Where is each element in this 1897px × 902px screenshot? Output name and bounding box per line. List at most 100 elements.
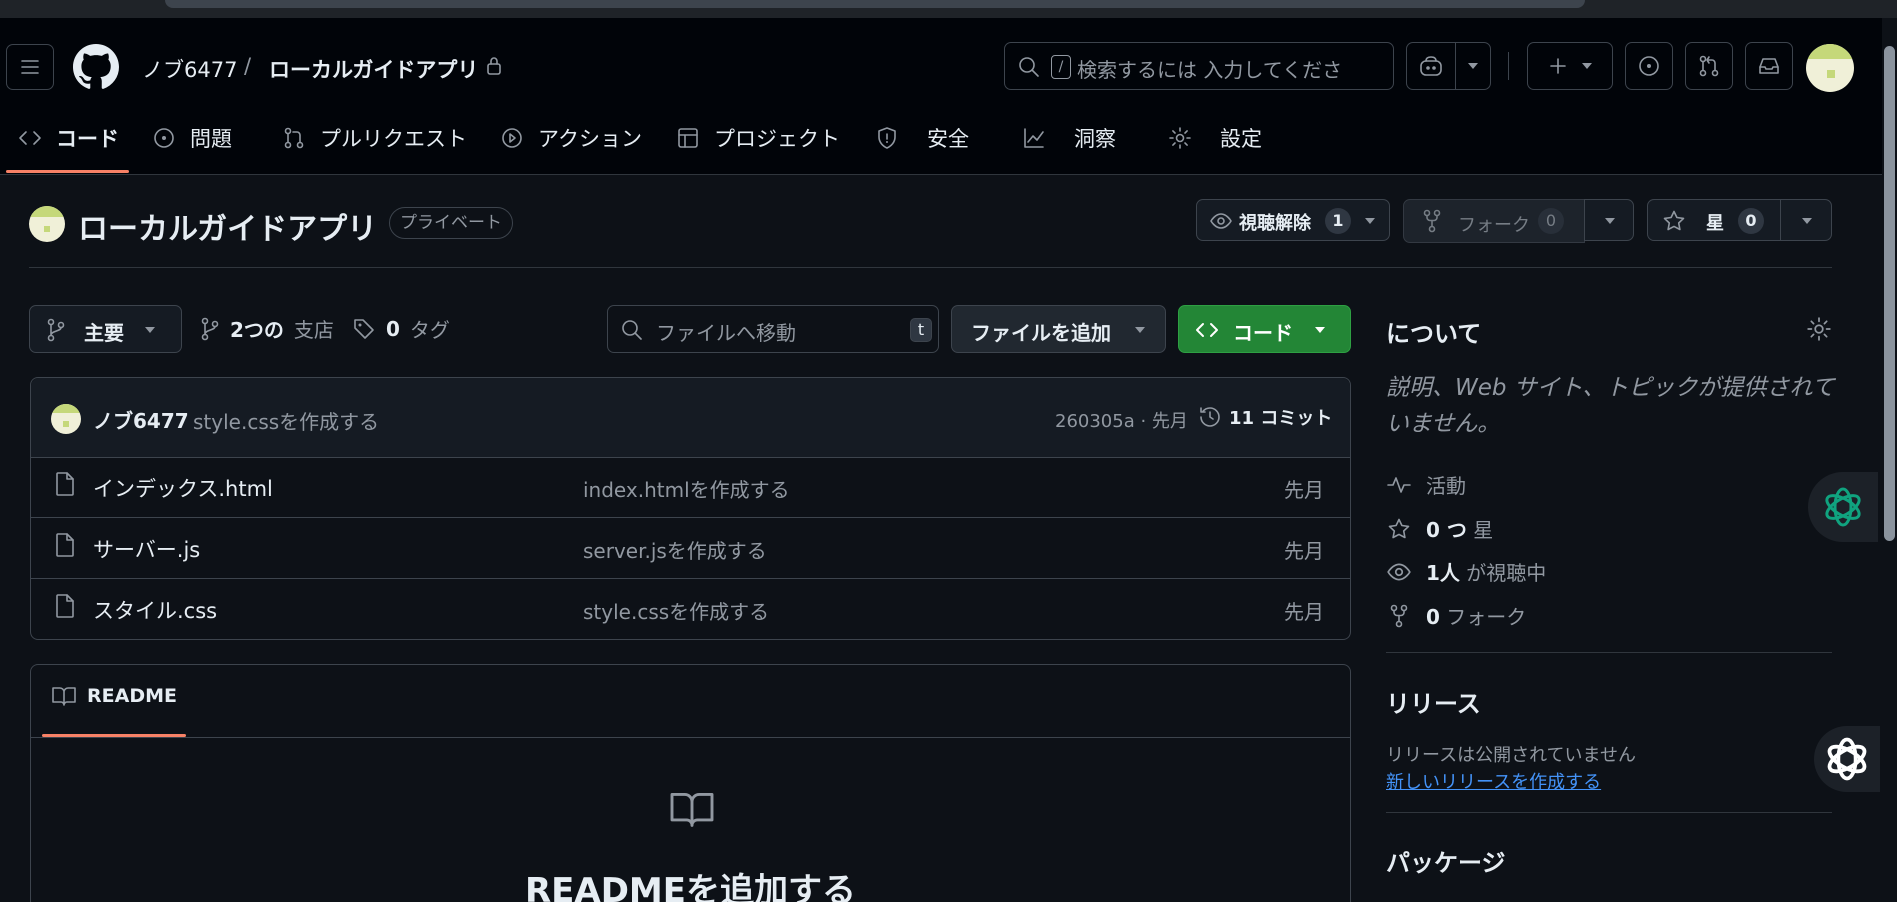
code-button[interactable]: コード <box>1178 305 1351 353</box>
tab-settings[interactable]: 設定 <box>1168 119 1262 157</box>
file-commit-message[interactable]: server.jsを作成する <box>583 535 767 564</box>
add-file-button[interactable]: ファイルを追加 <box>951 305 1166 353</box>
create-new-button[interactable] <box>1527 42 1613 90</box>
tab-insights[interactable]: 洞察 <box>1022 119 1116 157</box>
repo-header-divider <box>29 267 1832 268</box>
star-count: 0 <box>1738 208 1764 234</box>
readme-tab-label: README <box>87 685 177 707</box>
plus-icon <box>1550 58 1566 74</box>
star-dropdown-button[interactable] <box>1780 199 1832 241</box>
tab-pull-requests[interactable]: プルリクエスト <box>282 119 467 157</box>
stars-link[interactable]: 0 つ 星 <box>1386 514 1493 543</box>
commit-message[interactable]: style.cssを作成する <box>193 406 379 435</box>
scrollbar-thumb[interactable] <box>1884 46 1895 541</box>
tab-label: 洞察 <box>1074 127 1116 151</box>
watchers-count: 1人 <box>1426 561 1460 585</box>
row-divider <box>31 578 1350 579</box>
chevron-down-icon <box>1315 327 1325 333</box>
file-commit-message[interactable]: style.cssを作成する <box>583 596 769 625</box>
sidebar-divider <box>1386 652 1832 653</box>
go-to-file-input[interactable]: ファイルへ移動 t <box>607 305 939 353</box>
branch-select-button[interactable]: 主要 <box>29 305 182 353</box>
breadcrumb-separator: / <box>244 54 252 78</box>
avatar[interactable] <box>1806 44 1854 92</box>
search-placeholder: 検索するには 入力してくださ <box>1077 58 1343 82</box>
releases-title[interactable]: リリース <box>1386 684 1481 719</box>
about-settings-gear-icon[interactable] <box>1806 316 1832 342</box>
star-icon <box>1388 518 1410 538</box>
fork-icon <box>1390 604 1408 627</box>
fork-count: 0 <box>1538 208 1564 234</box>
tab-projects[interactable]: プロジェクト <box>676 119 840 157</box>
copilot-button[interactable] <box>1406 42 1456 90</box>
packages-title[interactable]: パッケージ <box>1386 843 1506 878</box>
pull-requests-button[interactable] <box>1685 42 1733 90</box>
search-shortcut-key: / <box>1051 55 1071 79</box>
repo-title[interactable]: ローカルガイドアプリ <box>78 204 377 248</box>
breadcrumb-owner[interactable]: ノブ6477 <box>142 54 237 84</box>
issue-icon <box>154 128 174 148</box>
tab-actions[interactable]: アクション <box>500 119 642 157</box>
openai-extension-icon[interactable] <box>1814 726 1880 792</box>
copilot-icon <box>1420 56 1442 76</box>
commits-link[interactable]: 11 コミット <box>1197 404 1332 430</box>
commit-author-avatar[interactable] <box>51 404 81 434</box>
readme-heading: READMEを追加する <box>524 871 856 902</box>
tags-count: 0 <box>386 316 400 341</box>
copilot-dropdown-button[interactable] <box>1455 42 1491 90</box>
fork-label: フォーク <box>1458 215 1530 236</box>
go-to-file-placeholder: ファイルへ移動 <box>656 321 796 345</box>
file-icon <box>55 471 75 497</box>
pull-request-icon <box>1699 55 1719 77</box>
chatgpt-extension-icon[interactable] <box>1808 472 1878 542</box>
watch-count: 1 <box>1325 208 1351 234</box>
play-icon <box>502 128 522 148</box>
create-release-link[interactable]: 新しいリリースを作成する <box>1386 768 1601 794</box>
row-divider <box>31 517 1350 518</box>
file-name[interactable]: サーバー.js <box>93 534 200 564</box>
star-button[interactable]: 星 0 <box>1647 199 1781 241</box>
commits-count: 11 コミット <box>1229 408 1333 429</box>
fork-button[interactable]: フォーク 0 <box>1403 199 1585 243</box>
selected-tab-underline <box>6 170 129 173</box>
table-icon <box>678 128 698 148</box>
chevron-down-icon <box>1365 218 1375 224</box>
tab-issues[interactable]: 問題 <box>152 119 232 157</box>
watch-button[interactable]: 視聴解除 1 <box>1196 199 1390 241</box>
tab-label: 問題 <box>190 127 232 151</box>
vertical-scrollbar[interactable] <box>1882 18 1897 902</box>
file-commit-message[interactable]: index.htmlを作成する <box>583 474 790 503</box>
tab-code[interactable]: コード <box>18 119 119 157</box>
tab-label: プルリクエスト <box>320 127 467 151</box>
visibility-badge: プライベート <box>389 207 513 239</box>
activity-label: 活動 <box>1426 474 1466 498</box>
star-label: 星 <box>1706 213 1724 234</box>
search-icon <box>1019 57 1039 77</box>
file-date: 先月 <box>1284 600 1324 624</box>
commit-author[interactable]: ノブ6477 <box>93 405 189 434</box>
activity-link[interactable]: 活動 <box>1386 470 1466 499</box>
commit-hash-time[interactable]: 260305a · 先月 <box>1055 407 1188 433</box>
issues-button[interactable] <box>1625 42 1673 90</box>
tab-label: 安全 <box>927 127 969 151</box>
inbox-icon <box>1759 58 1779 74</box>
watchers-link[interactable]: 1人 が視聴中 <box>1386 557 1546 586</box>
branches-link[interactable]: 2つの 支店 <box>200 314 334 343</box>
branch-icon <box>201 317 219 340</box>
forks-link[interactable]: 0 フォーク <box>1386 601 1526 630</box>
chevron-down-icon <box>145 327 155 333</box>
tab-security[interactable]: 安全 <box>875 119 969 157</box>
global-header: ノブ6477 / ローカルガイドアプリ / 検索するには 入力してくださ コード <box>0 18 1897 175</box>
menu-button[interactable] <box>6 44 54 90</box>
global-search-input[interactable]: / 検索するには 入力してくださ <box>1004 42 1394 90</box>
file-name[interactable]: インデックス.html <box>93 473 273 503</box>
github-logo-icon[interactable] <box>73 44 119 90</box>
file-name[interactable]: スタイル.css <box>93 595 217 625</box>
fork-dropdown-button[interactable] <box>1584 199 1634 241</box>
tags-link[interactable]: 0 タグ <box>352 314 450 343</box>
readme-tab[interactable]: README <box>51 685 177 707</box>
inbox-button[interactable] <box>1745 42 1793 90</box>
readme-panel: README READMEを追加する <box>30 664 1351 902</box>
pulse-icon <box>1387 476 1411 493</box>
breadcrumb-repo[interactable]: ローカルガイドアプリ <box>269 54 478 84</box>
